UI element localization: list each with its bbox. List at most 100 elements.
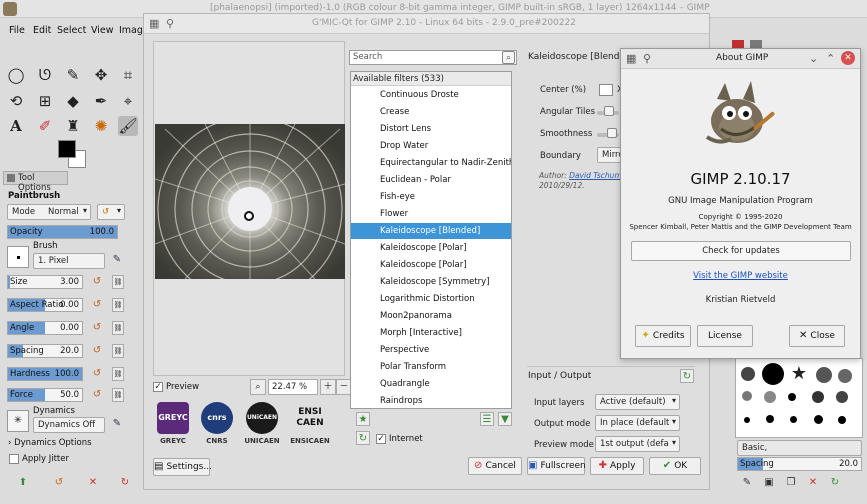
force-slider[interactable]: Force 50.0 [7,388,83,402]
preview-center-handle[interactable] [244,211,254,221]
size-slider[interactable]: Size 3.00 [7,275,83,289]
dock-new-icon[interactable]: ▣ [762,476,776,490]
fuzzy-select-icon[interactable]: ✎ [63,65,83,85]
collapse-down-icon[interactable]: ▼ [498,412,512,426]
aspect-reset-icon[interactable]: ↺ [90,298,104,312]
dynamics-options-expander[interactable]: › Dynamics Options [8,438,92,448]
zoom-in-icon[interactable]: ＋ [320,379,336,395]
dynamics-preview-icon[interactable]: ✳ [7,410,29,432]
gmic-menu-icon[interactable]: ▦ [149,17,159,30]
smooth-slider-knob[interactable] [607,128,617,138]
move-icon[interactable]: ✥ [91,65,111,85]
list-item[interactable]: Morph [Interactive] [351,325,511,341]
brush-swatch[interactable] [836,391,848,403]
warp-icon[interactable]: ⊞ [35,91,55,111]
brush-preview[interactable] [7,246,29,268]
reset-preset-icon[interactable]: ↻ [118,476,132,490]
brush-preset-combo[interactable]: Basic, [737,440,862,456]
close-icon[interactable]: ✕ [841,51,855,65]
transform-icon[interactable]: ⟲ [6,91,26,111]
zoom-field[interactable]: 22.47 % [268,379,318,395]
spacing-slider[interactable]: Spacing 20.0 [7,344,83,358]
opacity-slider[interactable]: Opacity 100.0 [7,225,118,239]
brush-swatch[interactable] [790,416,797,423]
credits-button[interactable]: ✦ Credits [635,325,691,347]
foreground-color-swatch[interactable] [58,140,76,158]
preview-image[interactable] [155,124,345,279]
mode-combo[interactable]: Mode Normal ▾ [7,204,91,220]
list-item[interactable]: Kaleidoscope [Polar] [351,240,511,256]
preview-mode-combo[interactable]: 1st output (defa ▾ [595,436,680,452]
output-mode-combo[interactable]: In place (default ▾ [595,415,680,431]
search-icon[interactable]: ⌕ [502,51,515,64]
zoom-fit-icon[interactable]: ⌕ [250,379,266,395]
search-input[interactable]: Search [349,50,517,65]
text-tool-icon[interactable]: A [6,116,26,136]
paintbrush-icon[interactable]: 🖌 [118,116,138,136]
filter-list[interactable]: Available filters (533) Continuous Drost… [350,71,512,409]
spacing-link-icon[interactable]: ⛓ [112,344,124,358]
aspect-slider[interactable]: Aspect Ratio 0.00 [7,298,83,312]
center-color-box[interactable] [599,84,613,96]
angular-slider-knob[interactable] [604,106,614,116]
list-item[interactable]: Euclidean - Polar [351,172,511,188]
tab-tool-options[interactable]: Tool Options [3,171,68,193]
boundary-combo[interactable]: Mirro [597,147,624,163]
list-item[interactable]: Equirectangular to Nadir-Zenith [351,155,511,171]
list-item[interactable]: Drop Water [351,138,511,154]
expand-all-icon[interactable]: ☰ [480,412,494,426]
clone-icon[interactable]: ♜ [63,116,83,136]
brush-swatch[interactable] [838,416,846,424]
hardness-reset-icon[interactable]: ↺ [90,367,104,381]
delete-preset-icon[interactable]: ✕ [86,476,100,490]
apply-button[interactable]: ✚ Apply [590,457,644,475]
brush-swatch[interactable] [816,367,832,383]
list-item[interactable]: Kaleidoscope [Polar] [351,257,511,273]
force-reset-icon[interactable]: ↺ [90,388,104,402]
ok-button[interactable]: ✔ OK [649,457,701,475]
list-item[interactable]: Raindrops [351,393,511,408]
brushes-grid[interactable]: ★ [735,358,863,438]
add-favorite-icon[interactable]: ★ [356,412,370,426]
input-layers-combo[interactable]: Active (default) ▾ [595,394,680,410]
force-link-icon[interactable]: ⛓ [112,388,124,402]
dock-delete-icon[interactable]: ✕ [806,476,820,490]
apply-jitter-checkbox[interactable] [9,454,19,464]
brush-swatch[interactable] [742,391,752,401]
settings-button[interactable]: ▤ Settings... [153,458,212,476]
pin-icon[interactable]: ⚲ [643,52,651,65]
brush-swatch[interactable] [814,415,823,424]
menu-view[interactable]: View [91,25,114,36]
angle-link-icon[interactable]: ⛓ [112,321,124,335]
list-item[interactable]: Kaleidoscope [Symmetry] [351,274,511,290]
fullscreen-button[interactable]: ▣ Fullscreen [527,457,586,475]
angle-slider[interactable]: Angle 0.00 [7,321,83,335]
mode-reset-combo[interactable]: ↺ ▾ [97,204,125,220]
menu-image[interactable]: Imag [119,25,143,36]
bucket-fill-icon[interactable]: ◆ [63,91,83,111]
size-reset-icon[interactable]: ↺ [90,275,104,289]
author-link[interactable]: David Tschump [569,171,626,180]
maximize-icon[interactable]: ⌃ [826,52,835,65]
dynamics-combo[interactable]: Dynamics Off [33,417,105,433]
lasso-icon[interactable]: ᘎ [35,65,55,85]
edit-brush-icon[interactable]: ✎ [110,253,124,267]
list-item[interactable]: Perspective [351,342,511,358]
brush-swatch[interactable] [744,417,750,423]
preview-checkbox[interactable]: ✓ [153,382,163,392]
brush-swatch[interactable] [762,363,784,385]
save-preset-icon[interactable]: ⬆ [16,476,30,490]
about-menu-icon[interactable]: ▦ [626,52,636,65]
list-item[interactable]: Continuous Droste [351,87,511,103]
brush-swatch[interactable] [812,391,824,403]
dock-duplicate-icon[interactable]: ❐ [784,476,798,490]
list-item[interactable]: Moon2panorama [351,308,511,324]
angle-reset-icon[interactable]: ↺ [90,321,104,335]
heal-icon[interactable]: ✺ [91,116,111,136]
menu-select[interactable]: Select [57,25,86,36]
brush-swatch[interactable] [788,393,796,401]
list-item[interactable]: Logarithmic Distortion [351,291,511,307]
paths-icon[interactable]: ✒ [91,91,111,111]
pin-icon[interactable]: ⚲ [166,17,174,30]
brush-swatch[interactable] [741,367,755,381]
